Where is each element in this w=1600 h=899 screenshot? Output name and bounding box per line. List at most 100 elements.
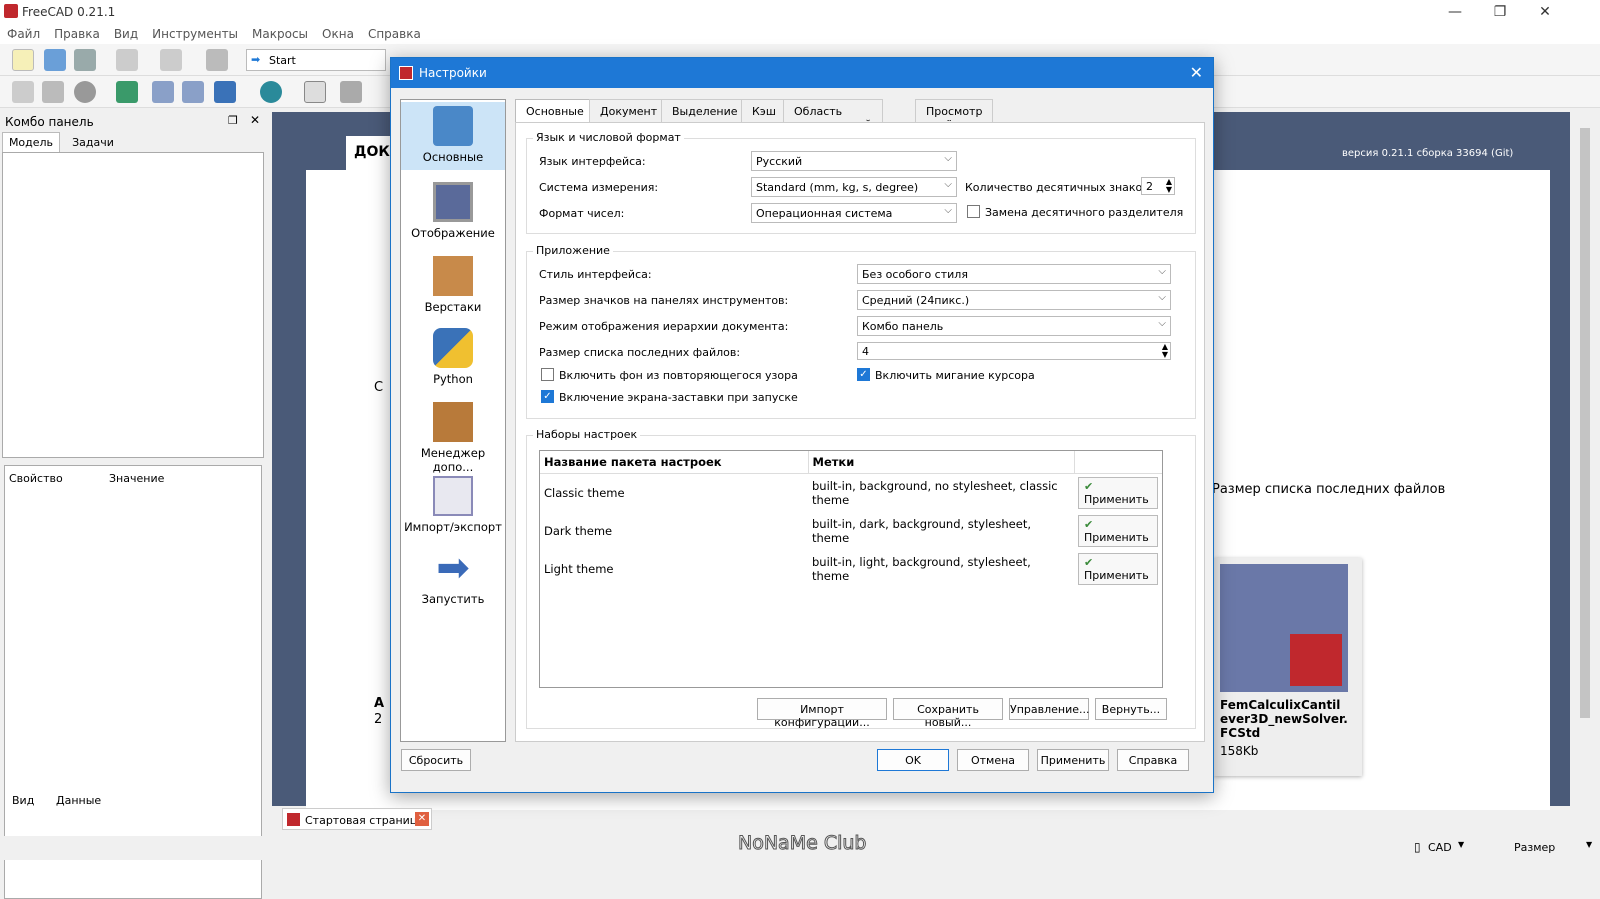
- fit-all-icon[interactable]: [12, 81, 34, 103]
- maximize-button[interactable]: ❐: [1480, 2, 1520, 22]
- apply-pack-button[interactable]: ✔ Применить: [1078, 477, 1158, 509]
- table-row[interactable]: Dark theme built-in, dark, background, s…: [540, 512, 1162, 550]
- table-row[interactable]: Classic theme built-in, background, no s…: [540, 474, 1162, 513]
- pack-name: Light theme: [544, 562, 614, 576]
- new-file-icon[interactable]: [12, 49, 34, 71]
- sidebar-item-start[interactable]: ➡ Запустить: [401, 544, 505, 612]
- close-window-button[interactable]: ✕: [1525, 2, 1565, 22]
- apply-button[interactable]: Применить: [1037, 749, 1109, 771]
- navigation-dropdown-icon[interactable]: ▼: [1458, 840, 1464, 849]
- revert-button[interactable]: Вернуть...: [1095, 698, 1167, 720]
- menu-macros[interactable]: Макросы: [245, 24, 315, 41]
- tab-data[interactable]: Данные: [56, 794, 101, 807]
- menu-edit[interactable]: Правка: [47, 24, 107, 41]
- menu-view[interactable]: Вид: [107, 24, 145, 41]
- sidebar-item-import-export[interactable]: Импорт/экспорт: [401, 472, 505, 540]
- cancel-button[interactable]: Отмена: [957, 749, 1029, 771]
- menu-tools[interactable]: Инструменты: [145, 24, 245, 41]
- style-select[interactable]: Без особого стиля ⌵: [857, 264, 1171, 284]
- stepper-arrows-icon[interactable]: ▲ ▼: [1162, 343, 1168, 359]
- start-arrow-icon: ➡: [436, 545, 470, 591]
- sidebar-item-python[interactable]: Python: [401, 324, 505, 392]
- preference-packs-table: Название пакета настроек Метки Classic t…: [539, 450, 1163, 688]
- tab-report-view[interactable]: Просмотр отчёта: [915, 99, 994, 131]
- settings-dialog: Настройки ✕ Основные Отображение Верстак…: [390, 57, 1214, 793]
- pack-action-header: [1074, 451, 1162, 474]
- help-button[interactable]: Справка: [1117, 749, 1189, 771]
- menu-windows[interactable]: Окна: [315, 24, 361, 41]
- tree-mode-select[interactable]: Комбо панель ⌵: [857, 316, 1171, 336]
- application-group: Приложение Стиль интерфейса: Без особого…: [526, 244, 1196, 419]
- stepper-arrows-icon[interactable]: ▲ ▼: [1166, 178, 1172, 194]
- tab-model[interactable]: Модель: [2, 132, 60, 152]
- save-file-icon[interactable]: [74, 49, 96, 71]
- refresh-icon[interactable]: [206, 49, 228, 71]
- scrollbar-vertical[interactable]: [1578, 112, 1592, 806]
- document-tab[interactable]: Стартовая страница ✕: [282, 808, 432, 830]
- sidebar-item-addon-manager[interactable]: Менеджер допо...: [401, 398, 505, 474]
- ok-button[interactable]: OK: [877, 749, 949, 771]
- open-file-icon[interactable]: [44, 49, 66, 71]
- float-panel-icon[interactable]: ❐: [228, 114, 238, 127]
- recent-file-card[interactable]: FemCalculixCantilever3D_newSolver.FCStd …: [1214, 558, 1362, 776]
- close-panel-icon[interactable]: ✕: [250, 113, 260, 127]
- tab-view[interactable]: Вид: [12, 794, 34, 807]
- property-view[interactable]: Свойство Значение: [4, 465, 262, 899]
- forward-arrow-icon[interactable]: [182, 81, 204, 103]
- settings-content: Основные Документ Выделение Кэш Область …: [515, 99, 1205, 742]
- close-tab-icon[interactable]: ✕: [415, 812, 429, 826]
- apply-pack-button[interactable]: ✔ Применить: [1078, 553, 1158, 585]
- menu-help[interactable]: Справка: [361, 24, 428, 41]
- manage-button[interactable]: Управление...: [1009, 698, 1090, 720]
- tab-selection[interactable]: Выделение: [661, 99, 749, 123]
- general-pane: Язык и числовой формат Язык интерфейса: …: [515, 122, 1205, 742]
- save-new-button[interactable]: Сохранить новый...: [893, 698, 1003, 729]
- front-view-icon[interactable]: [340, 81, 362, 103]
- reset-button[interactable]: Сбросить: [401, 749, 471, 771]
- tab-cache[interactable]: Кэш: [741, 99, 787, 123]
- tab-tasks[interactable]: Задачи: [64, 134, 122, 152]
- fit-selection-icon[interactable]: [42, 81, 64, 103]
- tab-document[interactable]: Документ: [589, 99, 669, 123]
- minimize-button[interactable]: —: [1435, 2, 1475, 22]
- cursor-blink-checkbox[interactable]: ✓: [857, 368, 870, 381]
- sidebar-item-general[interactable]: Основные: [401, 102, 505, 170]
- sync-view-icon[interactable]: [214, 81, 236, 103]
- pack-action-cell: ✔ Применить: [1074, 512, 1162, 550]
- apply-pack-button[interactable]: ✔ Применить: [1078, 515, 1158, 547]
- language-select[interactable]: Русский ⌵: [751, 151, 957, 171]
- back-arrow-icon[interactable]: [152, 81, 174, 103]
- import-config-button[interactable]: Импорт конфигурации...: [757, 698, 887, 729]
- size-dropdown-icon[interactable]: ▼: [1586, 840, 1592, 849]
- dialog-titlebar: Настройки ✕: [391, 58, 1213, 88]
- sidebar-label-display: Отображение: [411, 226, 495, 240]
- iso-view-icon[interactable]: [304, 81, 326, 103]
- splash-screen-checkbox[interactable]: ✓: [541, 390, 554, 403]
- tab-notifications[interactable]: Область уведомлений: [783, 99, 883, 131]
- menu-file[interactable]: Файл: [0, 24, 47, 41]
- workbench-selector[interactable]: ➡ Start: [246, 49, 386, 71]
- decimals-stepper[interactable]: 2 ▲ ▼: [1141, 177, 1175, 195]
- tiled-background-checkbox[interactable]: [541, 368, 554, 381]
- table-row[interactable]: Light theme built-in, light, background,…: [540, 550, 1162, 588]
- check-icon: ✔: [1084, 518, 1094, 531]
- navigation-style[interactable]: CAD: [1428, 841, 1452, 854]
- sidebar-item-display[interactable]: Отображение: [401, 178, 505, 246]
- undo-icon[interactable]: [116, 49, 138, 71]
- number-format-select[interactable]: Операционная система ⌵: [751, 203, 957, 223]
- decimal-separator-checkbox[interactable]: [967, 205, 980, 218]
- sidebar-item-workbenches[interactable]: Верстаки: [401, 252, 505, 320]
- bounding-box-icon[interactable]: [116, 81, 138, 103]
- icon-size-select[interactable]: Средний (24пикс.) ⌵: [857, 290, 1171, 310]
- dialog-close-icon[interactable]: ✕: [1190, 63, 1203, 82]
- tab-general[interactable]: Основные: [515, 99, 595, 123]
- scrollbar-thumb[interactable]: [1580, 128, 1590, 718]
- redo-icon[interactable]: [160, 49, 182, 71]
- draw-style-icon[interactable]: [74, 81, 96, 103]
- zoom-icon[interactable]: [260, 81, 282, 103]
- packs-header-row: Название пакета настроек Метки: [540, 451, 1162, 474]
- model-tree[interactable]: [2, 152, 264, 458]
- recent-files-stepper[interactable]: 4 ▲ ▼: [857, 342, 1171, 360]
- units-select[interactable]: Standard (mm, kg, s, degree) ⌵: [751, 177, 957, 197]
- workbench-label: Start: [269, 54, 296, 67]
